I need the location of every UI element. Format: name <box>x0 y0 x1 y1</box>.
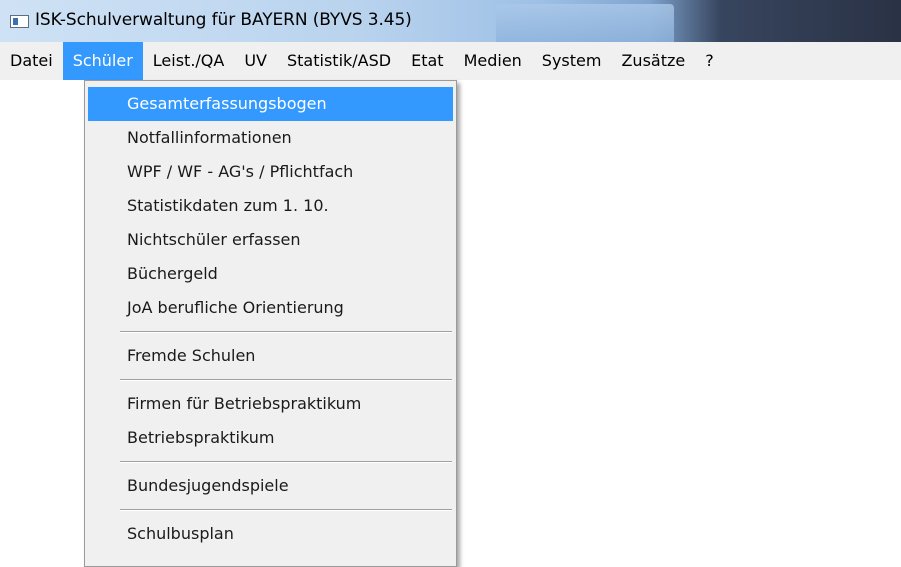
menu-item-bundesjugendspiele[interactable]: Bundesjugendspiele <box>88 469 453 503</box>
menu-item-firmen-fuer-betriebspraktikum[interactable]: Firmen für Betriebspraktikum <box>88 387 453 421</box>
window-title: ISK-Schulverwaltung für BAYERN (BYVS 3.4… <box>35 10 412 30</box>
menu-separator <box>120 461 452 463</box>
menu-bar: Datei Schüler Leist./QA UV Statistik/ASD Etat… <box>0 42 901 80</box>
menu-item-buechergeld[interactable]: Büchergeld <box>88 257 453 291</box>
menu-datei[interactable]: Datei <box>0 42 63 80</box>
menu-item-gesamterfassungsbogen[interactable]: Gesamterfassungsbogen <box>88 87 453 121</box>
menu-system[interactable]: System <box>532 42 612 80</box>
title-bar[interactable]: ISK-Schulverwaltung für BAYERN (BYVS 3.4… <box>0 0 901 42</box>
menu-zusaetze[interactable]: Zusätze <box>611 42 695 80</box>
menu-help[interactable]: ? <box>695 42 724 80</box>
menu-item-betriebspraktikum[interactable]: Betriebspraktikum <box>88 421 453 455</box>
menu-separator <box>120 509 452 511</box>
title-bar-glass-tab <box>496 4 674 42</box>
dropdown-item-list: Gesamterfassungsbogen Notfallinformatione… <box>85 81 456 551</box>
app-window: ISK-Schulverwaltung für BAYERN (BYVS 3.4… <box>0 0 901 567</box>
schueler-dropdown-menu: Gesamterfassungsbogen Notfallinformatione… <box>84 80 457 567</box>
menu-item-statistikdaten-zum-1-10[interactable]: Statistikdaten zum 1. 10. <box>88 189 453 223</box>
menu-item-nichtschueler-erfassen[interactable]: Nichtschüler erfassen <box>88 223 453 257</box>
application-window-icon[interactable] <box>10 15 29 28</box>
menu-item-schulbusplan[interactable]: Schulbusplan <box>88 517 453 551</box>
menu-schueler[interactable]: Schüler <box>62 42 143 80</box>
menu-item-joa-berufliche-orientierung[interactable]: JoA berufliche Orientierung <box>88 291 453 325</box>
menu-item-notfallinformationen[interactable]: Notfallinformationen <box>88 121 453 155</box>
menu-medien[interactable]: Medien <box>454 42 532 80</box>
menu-separator <box>120 379 452 381</box>
menu-leist-qa[interactable]: Leist./QA <box>143 42 235 80</box>
menu-statistik-asd[interactable]: Statistik/ASD <box>277 42 401 80</box>
menu-etat[interactable]: Etat <box>401 42 453 80</box>
menu-item-fremde-schulen[interactable]: Fremde Schulen <box>88 339 453 373</box>
menu-separator <box>120 331 452 333</box>
menu-uv[interactable]: UV <box>234 42 277 80</box>
menu-item-wpf-wf-ag-s-pflichtfach[interactable]: WPF / WF - AG's / Pflichtfach <box>88 155 453 189</box>
